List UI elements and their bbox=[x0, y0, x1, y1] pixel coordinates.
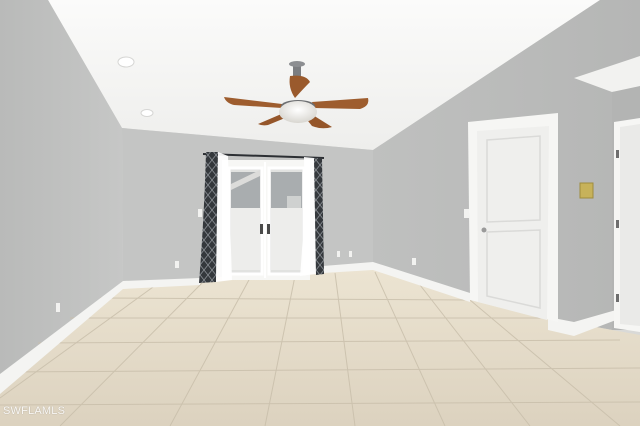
light-switch bbox=[198, 209, 202, 217]
wall-outlet bbox=[56, 303, 60, 312]
wall-outlet bbox=[349, 251, 352, 257]
wall-outlet bbox=[175, 261, 179, 268]
side-door bbox=[614, 118, 640, 332]
watermark: SWFLAMLS bbox=[3, 405, 66, 417]
recessed-light bbox=[117, 56, 135, 68]
light-switch bbox=[464, 209, 469, 218]
room-photo: SWFLAMLS bbox=[0, 0, 640, 426]
closet-door bbox=[468, 113, 558, 322]
wall-outlet bbox=[412, 258, 416, 265]
french-doors bbox=[222, 160, 310, 280]
thermostat bbox=[579, 182, 594, 199]
wall-outlet bbox=[337, 251, 340, 257]
recessed-light bbox=[140, 109, 154, 117]
